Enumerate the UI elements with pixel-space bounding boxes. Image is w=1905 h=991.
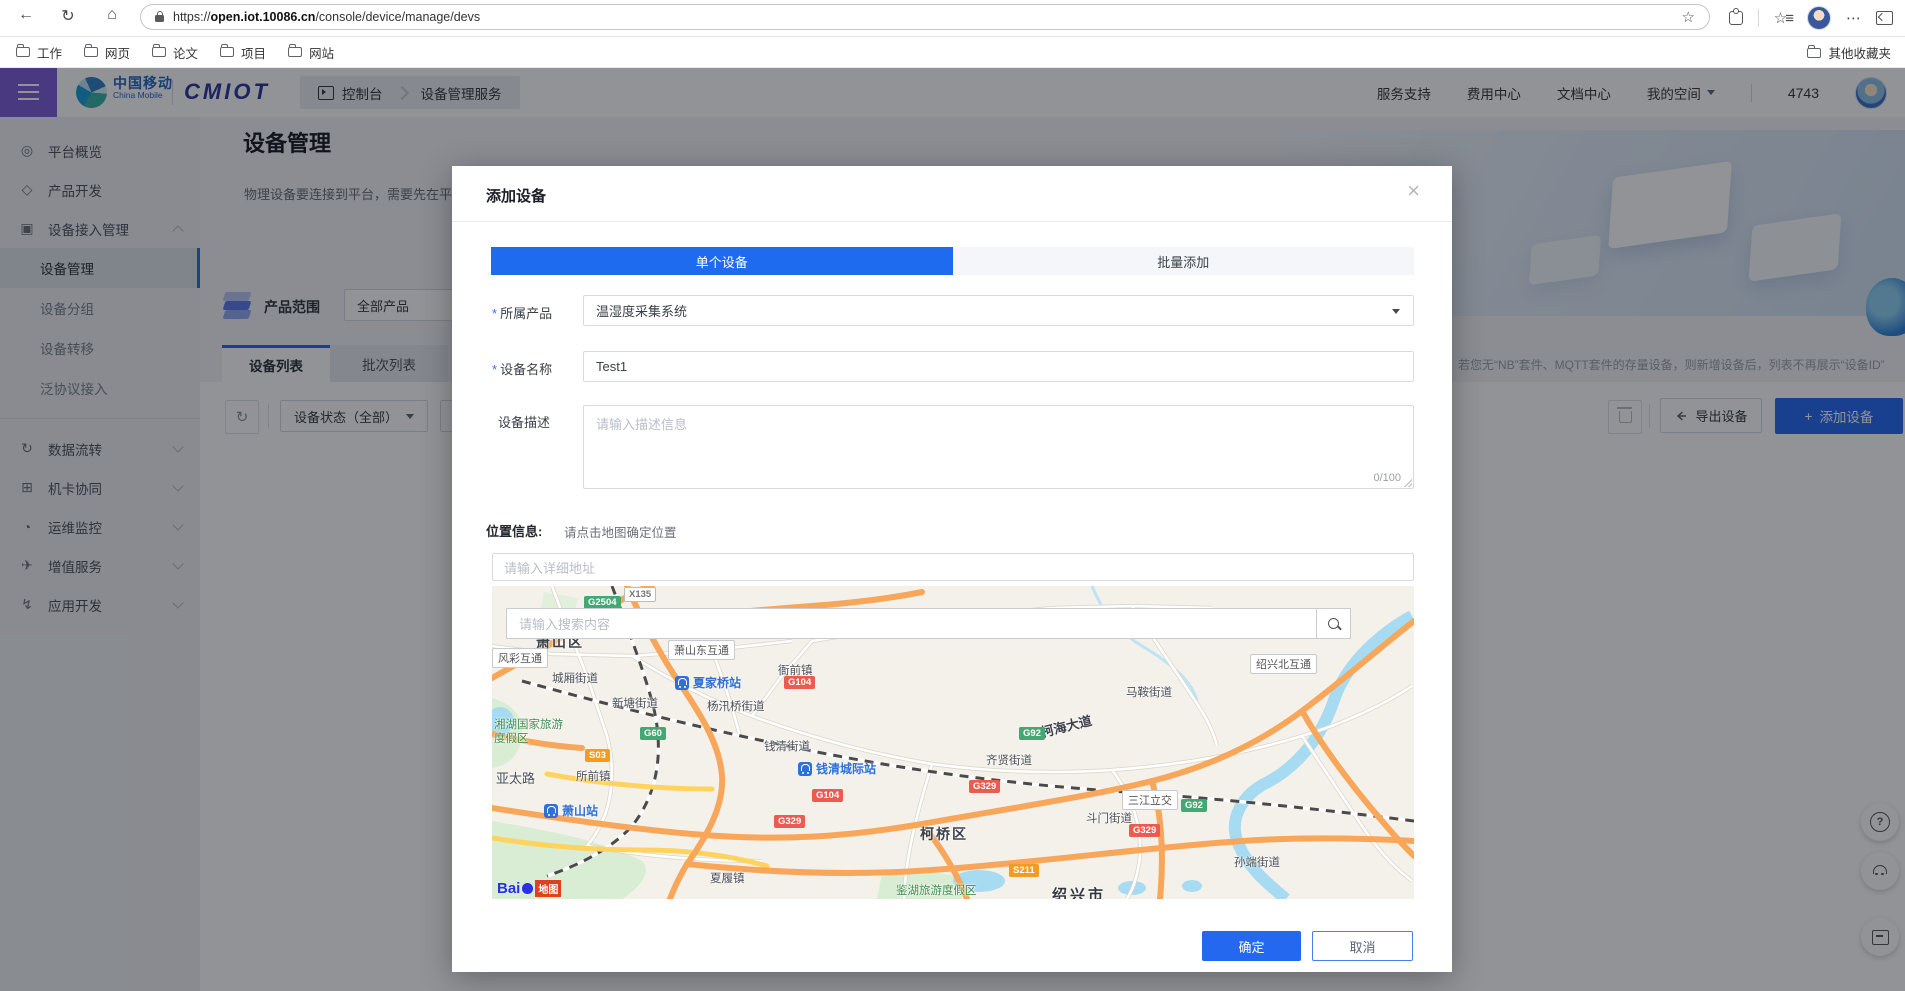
close-icon[interactable]: × — [1407, 178, 1420, 204]
map-label: 绍兴市 — [1052, 884, 1106, 899]
bookmarks-bar: 工作 网页 论文 项目 网站 其他收藏夹 — [0, 37, 1905, 68]
map-label: 风彩互通 — [492, 648, 548, 668]
cancel-button[interactable]: 取消 — [1312, 931, 1413, 961]
bookmark-folder[interactable]: 工作 — [16, 43, 62, 62]
map-search-button[interactable] — [1316, 609, 1350, 638]
metro-station-icon — [798, 762, 812, 776]
map-label: 斗门街道 — [1086, 810, 1132, 826]
other-favorites[interactable]: 其他收藏夹 — [1807, 37, 1891, 68]
browser-toolbar: ← ↻ ⌂ https://open.iot.10086.cn/console/… — [0, 0, 1905, 37]
resize-handle-icon[interactable] — [1404, 479, 1412, 487]
favorite-star-icon[interactable]: ☆ — [1682, 8, 1695, 26]
road-badge: G329 — [1129, 824, 1160, 837]
address-input[interactable]: 请输入详细地址 — [492, 553, 1414, 581]
toolbar-divider — [1758, 9, 1759, 27]
map-label: 钱清街道 — [764, 738, 810, 754]
road-badge: S03 — [585, 749, 610, 762]
map-label: 孙端街道 — [1234, 854, 1280, 870]
more-menu-icon[interactable]: ⋯ — [1846, 9, 1861, 27]
metro-station-icon — [675, 676, 689, 690]
folder-icon — [152, 47, 166, 57]
product-field-label: *所属产品 — [492, 303, 552, 322]
bookmark-folder[interactable]: 项目 — [220, 43, 266, 62]
map-label: 夏履镇 — [710, 870, 745, 886]
confirm-button[interactable]: 确定 — [1202, 931, 1301, 961]
map-search-bar: 请输入搜索内容 — [506, 608, 1351, 639]
favorites-bar-icon[interactable]: ☆≡ — [1774, 9, 1792, 27]
required-asterisk: * — [492, 362, 497, 377]
map-station: 钱清城际站 — [798, 760, 876, 777]
tab-batch-add[interactable]: 批量添加 — [953, 247, 1415, 275]
url-text: https://open.iot.10086.cn/console/device… — [173, 10, 480, 24]
map-label: 绍兴北互通 — [1250, 654, 1317, 674]
folder-icon — [1807, 48, 1821, 58]
map-label: 亚太路 — [496, 768, 535, 787]
map-station: 夏家桥站 — [675, 674, 741, 691]
dialog-header-divider — [452, 221, 1452, 222]
road-badge: G92 — [1019, 727, 1045, 740]
map-label: 马鞍街道 — [1126, 684, 1172, 700]
required-asterisk: * — [492, 306, 497, 321]
road-badge: G329 — [969, 780, 1000, 793]
location-label: 位置信息: — [486, 521, 542, 540]
sidebar-toggle-icon[interactable] — [1876, 11, 1893, 25]
map-label: 湘湖国家旅游度假区 — [494, 718, 568, 747]
name-field-label: *设备名称 — [492, 359, 552, 378]
folder-icon — [288, 47, 302, 57]
bookmark-folder[interactable]: 论文 — [152, 43, 198, 62]
location-hint: 请点击地图确定位置 — [564, 522, 677, 541]
search-icon — [1328, 618, 1339, 629]
device-desc-textarea[interactable]: 请输入描述信息 0/100 — [583, 405, 1414, 489]
reload-icon[interactable]: ↻ — [56, 6, 80, 26]
road-badge: G104 — [812, 789, 843, 802]
product-select[interactable]: 温湿度采集系统 — [583, 295, 1414, 326]
chevron-down-icon — [1392, 309, 1400, 314]
map-search-input[interactable]: 请输入搜索内容 — [507, 609, 1316, 638]
folder-icon — [16, 47, 30, 57]
map-label: 鉴湖旅游度假区 — [896, 882, 977, 898]
map-label: 所前镇 — [576, 768, 611, 784]
desc-field-label: 设备描述 — [498, 412, 550, 431]
map-label: 杨汛桥街道 — [707, 698, 765, 714]
bookmark-folder[interactable]: 网站 — [288, 43, 334, 62]
lock-icon — [155, 15, 164, 22]
home-icon[interactable]: ⌂ — [100, 6, 124, 24]
map-station: 萧山站 — [544, 802, 598, 819]
road-badge: G92 — [1181, 799, 1207, 812]
map-label: 城厢街道 — [552, 670, 598, 686]
road-badge: X135 — [624, 587, 656, 602]
device-name-input[interactable]: Test1 — [583, 351, 1414, 382]
back-icon[interactable]: ← — [14, 6, 38, 24]
map-label: 三江立交 — [1122, 790, 1178, 810]
tab-single-device[interactable]: 单个设备 — [491, 247, 953, 275]
map-label: 新塘街道 — [612, 695, 658, 711]
desc-placeholder: 请输入描述信息 — [596, 414, 687, 433]
dialog-tabs: 单个设备 批量添加 — [491, 247, 1414, 275]
baidu-map-logo: Bai 地图 — [497, 880, 561, 897]
road-badge: G60 — [640, 727, 666, 740]
location-map[interactable]: 萧山区 风彩互通 萧山东互通 衙前镇 城厢街道 新塘街道 杨汛桥街道 湘湖国家旅… — [492, 586, 1414, 899]
extensions-icon[interactable] — [1729, 11, 1743, 25]
road-badge: G329 — [774, 815, 805, 828]
browser-actions: ☆≡ ⋯ — [1729, 0, 1905, 36]
browser-profile-avatar[interactable] — [1807, 6, 1831, 30]
baidu-paw-icon — [522, 883, 533, 894]
add-device-dialog: 添加设备 × 单个设备 批量添加 *所属产品 温湿度采集系统 *设备名称 Tes… — [452, 166, 1452, 972]
map-label: 齐贤街道 — [986, 752, 1032, 768]
road-badge: S211 — [1009, 864, 1039, 877]
address-bar[interactable]: https://open.iot.10086.cn/console/device… — [140, 4, 1710, 30]
bookmark-folder[interactable]: 网页 — [84, 43, 130, 62]
road-badge: G104 — [784, 676, 815, 689]
folder-icon — [220, 47, 234, 57]
metro-station-icon — [544, 804, 558, 818]
char-counter: 0/100 — [1373, 472, 1401, 484]
folder-icon — [84, 47, 98, 57]
dialog-title: 添加设备 — [486, 185, 546, 206]
map-label: 萧山东互通 — [668, 640, 735, 660]
map-label: 柯桥区 — [920, 824, 968, 844]
